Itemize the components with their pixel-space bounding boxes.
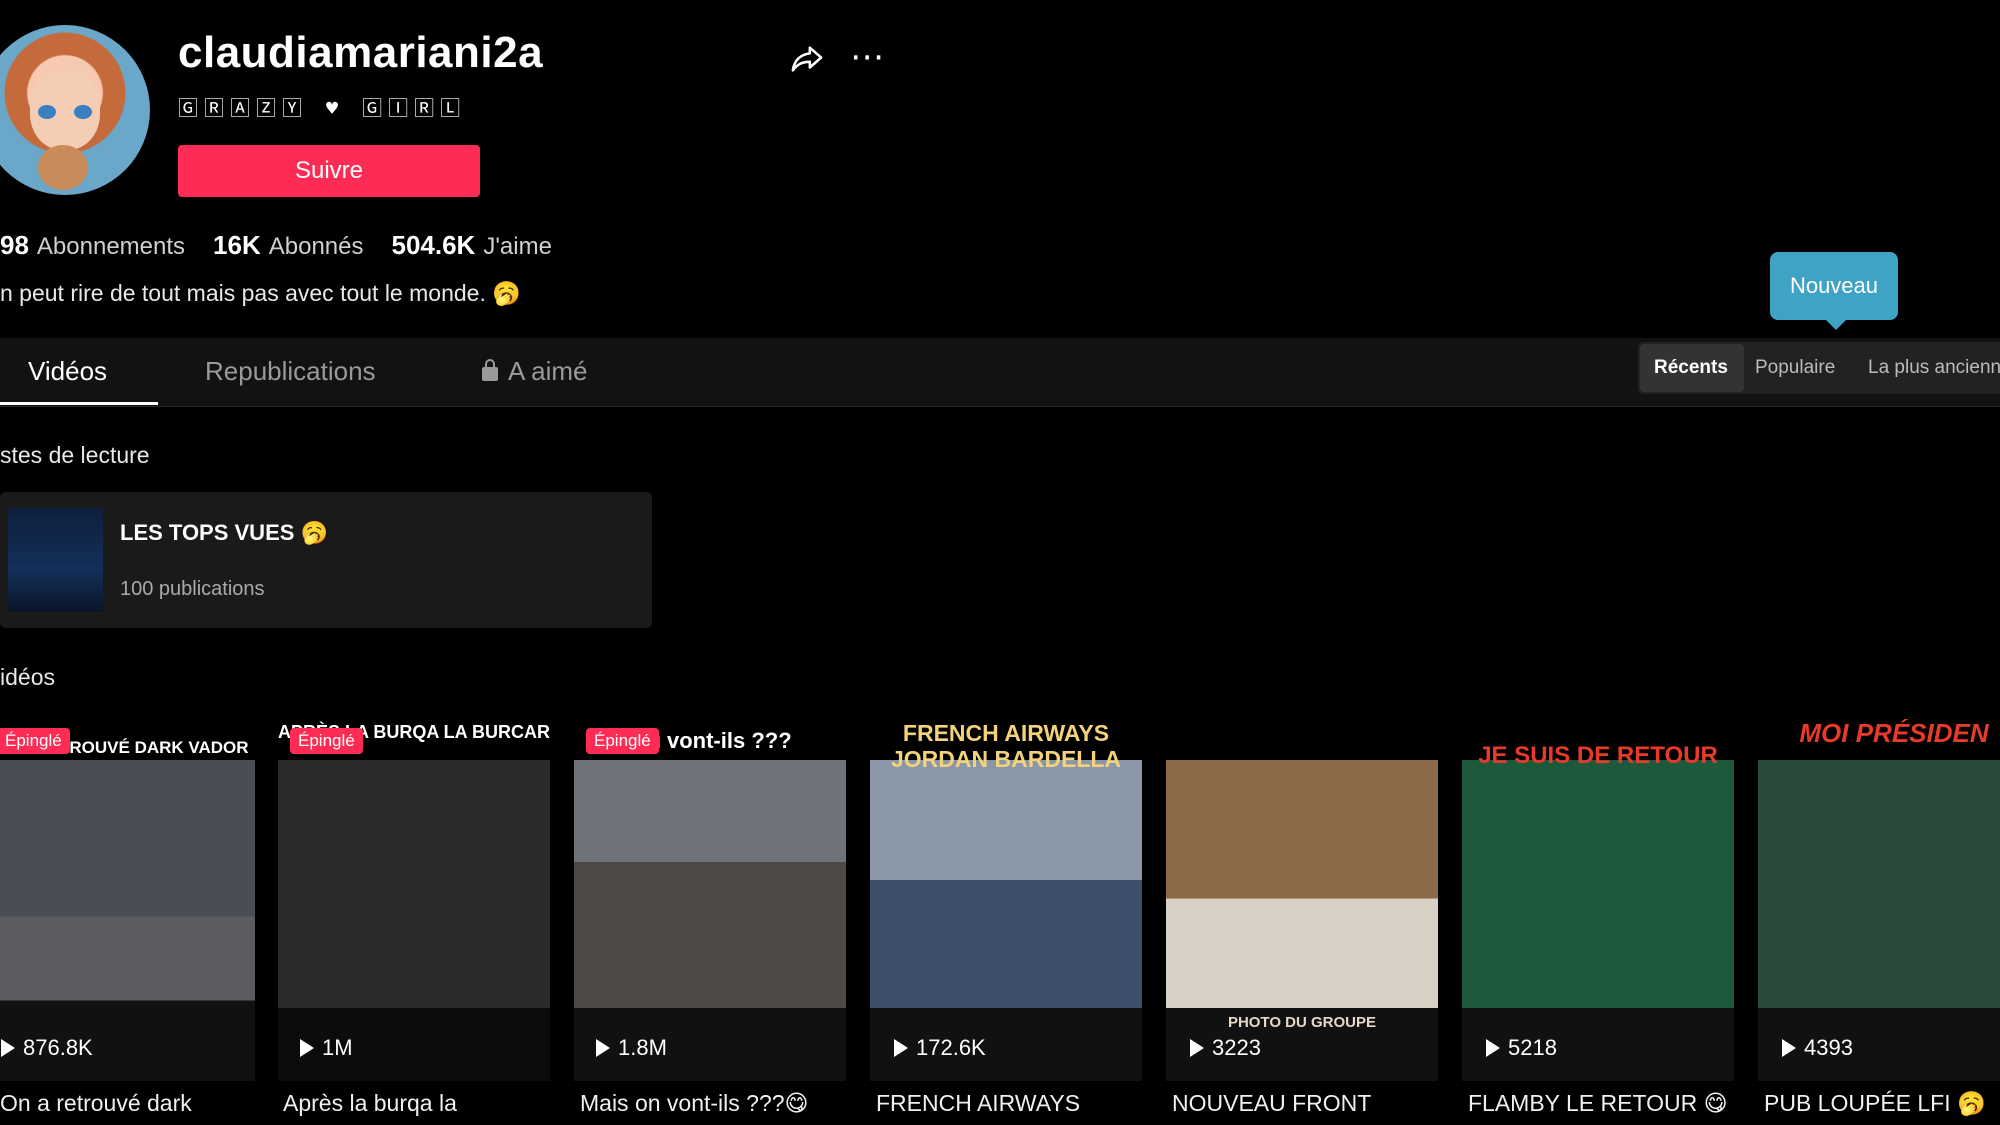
video-views: 1M [300, 1035, 353, 1061]
share-icon[interactable] [790, 42, 824, 76]
play-icon [894, 1039, 908, 1057]
video-card[interactable]: MOI PRÉSIDEN 4393 [1758, 716, 2000, 1081]
play-icon [1, 1039, 15, 1057]
tab-liked[interactable]: A aimé [482, 356, 588, 387]
view-count: 1M [322, 1035, 353, 1060]
video-thumbnail [574, 716, 846, 1081]
video-card[interactable]: PHOTO DU GROUPE 3223 [1166, 716, 1438, 1081]
new-tooltip: Nouveau [1770, 252, 1898, 330]
video-caption[interactable]: Après la burqa la [283, 1090, 457, 1117]
playlist-card[interactable]: LES TOPS VUES 🥱 100 publications [0, 492, 652, 628]
following-stat[interactable]: 98 Abonnements [0, 230, 185, 261]
view-count: 1.8M [618, 1035, 667, 1060]
video-views: 172.6K [894, 1035, 986, 1061]
sort-recent[interactable]: Récents [1654, 357, 1728, 379]
tab-videos[interactable]: Vidéos [28, 356, 107, 387]
avatar-teddy-bear [38, 145, 88, 190]
video-caption[interactable]: PUB LOUPÉE LFI 🥱 [1764, 1090, 1986, 1117]
video-views: 876.8K [1, 1035, 93, 1061]
video-thumbnail [278, 716, 550, 1081]
video-card[interactable]: ON A RETROUVÉ DARK VADOR Épinglé 876.8K [0, 716, 255, 1081]
lock-icon [482, 359, 498, 381]
video-caption[interactable]: FRENCH AIRWAYS [876, 1090, 1080, 1117]
tab-liked-label: A aimé [508, 356, 588, 386]
video-thumbnail [1462, 716, 1734, 1081]
video-thumbnail [0, 716, 255, 1081]
video-caption[interactable]: FLAMBY LE RETOUR 😋 [1468, 1090, 1728, 1117]
view-count: 5218 [1508, 1035, 1557, 1060]
view-count: 172.6K [916, 1035, 986, 1060]
play-icon [1486, 1039, 1500, 1057]
video-overlay-text: MOI PRÉSIDEN [1799, 718, 1989, 748]
pinned-badge: Épinglé [0, 728, 70, 754]
video-views: 4393 [1782, 1035, 1853, 1061]
playlist-thumbnail [8, 508, 103, 612]
sort-oldest[interactable]: La plus ancienn [1868, 357, 2000, 379]
playlist-title: LES TOPS VUES 🥱 [120, 520, 328, 545]
video-overlay-text: FRENCH AIRWAYS JORDAN BARDELLA [891, 720, 1121, 772]
play-icon [596, 1039, 610, 1057]
videos-heading: idéos [0, 664, 55, 690]
tab-republications[interactable]: Republications [205, 356, 376, 387]
avatar-eye [74, 105, 92, 119]
active-tab-indicator [0, 402, 158, 405]
follow-button[interactable]: Suivre [178, 145, 480, 197]
sort-popular[interactable]: Populaire [1755, 357, 1835, 379]
profile-username: claudiamariani2a [178, 28, 544, 77]
likes-label: J'aime [483, 233, 552, 260]
video-views: 5218 [1486, 1035, 1557, 1061]
video-views: 3223 [1190, 1035, 1261, 1061]
video-card[interactable]: où vont-ils ??? Épinglé 1.8M [574, 716, 846, 1081]
playlists-heading: stes de lecture [0, 442, 150, 468]
video-caption[interactable]: NOUVEAU FRONT [1172, 1090, 1371, 1117]
video-views: 1.8M [596, 1035, 667, 1061]
video-overlay-text: PHOTO DU GROUPE [1227, 1014, 1377, 1031]
video-thumbnail [1758, 716, 2000, 1081]
profile-stats: 98 Abonnements 16K Abonnés 504.6K J'aime [0, 230, 552, 261]
play-icon [300, 1039, 314, 1057]
view-count: 3223 [1212, 1035, 1261, 1060]
followers-label: Abonnés [268, 233, 364, 260]
video-caption[interactable]: Mais on vont-ils ???😋 [580, 1090, 809, 1117]
avatar[interactable] [0, 25, 150, 195]
profile-bio: n peut rire de tout mais pas avec tout l… [0, 280, 521, 306]
playlist-count: 100 publications [120, 578, 265, 600]
followers-stat[interactable]: 16K Abonnés [213, 230, 363, 261]
video-card[interactable]: FRENCH AIRWAYS JORDAN BARDELLA 172.6K [870, 716, 1142, 1081]
pinned-badge: Épinglé [290, 728, 363, 754]
sort-selector: Récents Populaire La plus ancienn [1638, 342, 2000, 394]
following-count: 98 [0, 230, 29, 260]
video-overlay-text: JE SUIS DE RETOUR [1478, 742, 1718, 769]
video-caption[interactable]: On a retrouvé dark [0, 1090, 192, 1117]
avatar-eye [38, 105, 56, 119]
video-card[interactable]: JE SUIS DE RETOUR 5218 [1462, 716, 1734, 1081]
following-label: Abonnements [36, 233, 186, 260]
play-icon [1782, 1039, 1796, 1057]
pinned-badge: Épinglé [586, 728, 659, 754]
followers-count: 16K [213, 230, 261, 260]
view-count: 876.8K [23, 1035, 93, 1060]
more-options-icon[interactable]: ⋯ [850, 40, 886, 74]
likes-stat: 504.6K J'aime [391, 230, 551, 261]
profile-nickname: 🄶🅁🄰🅉🅈 ♥ 🄶🄸🅁🄻 [178, 96, 467, 120]
play-icon [1190, 1039, 1204, 1057]
video-card[interactable]: APRÈS LA BURQA LA BURCAR Épinglé 1M [278, 716, 550, 1081]
view-count: 4393 [1804, 1035, 1853, 1060]
likes-count: 504.6K [391, 230, 476, 260]
